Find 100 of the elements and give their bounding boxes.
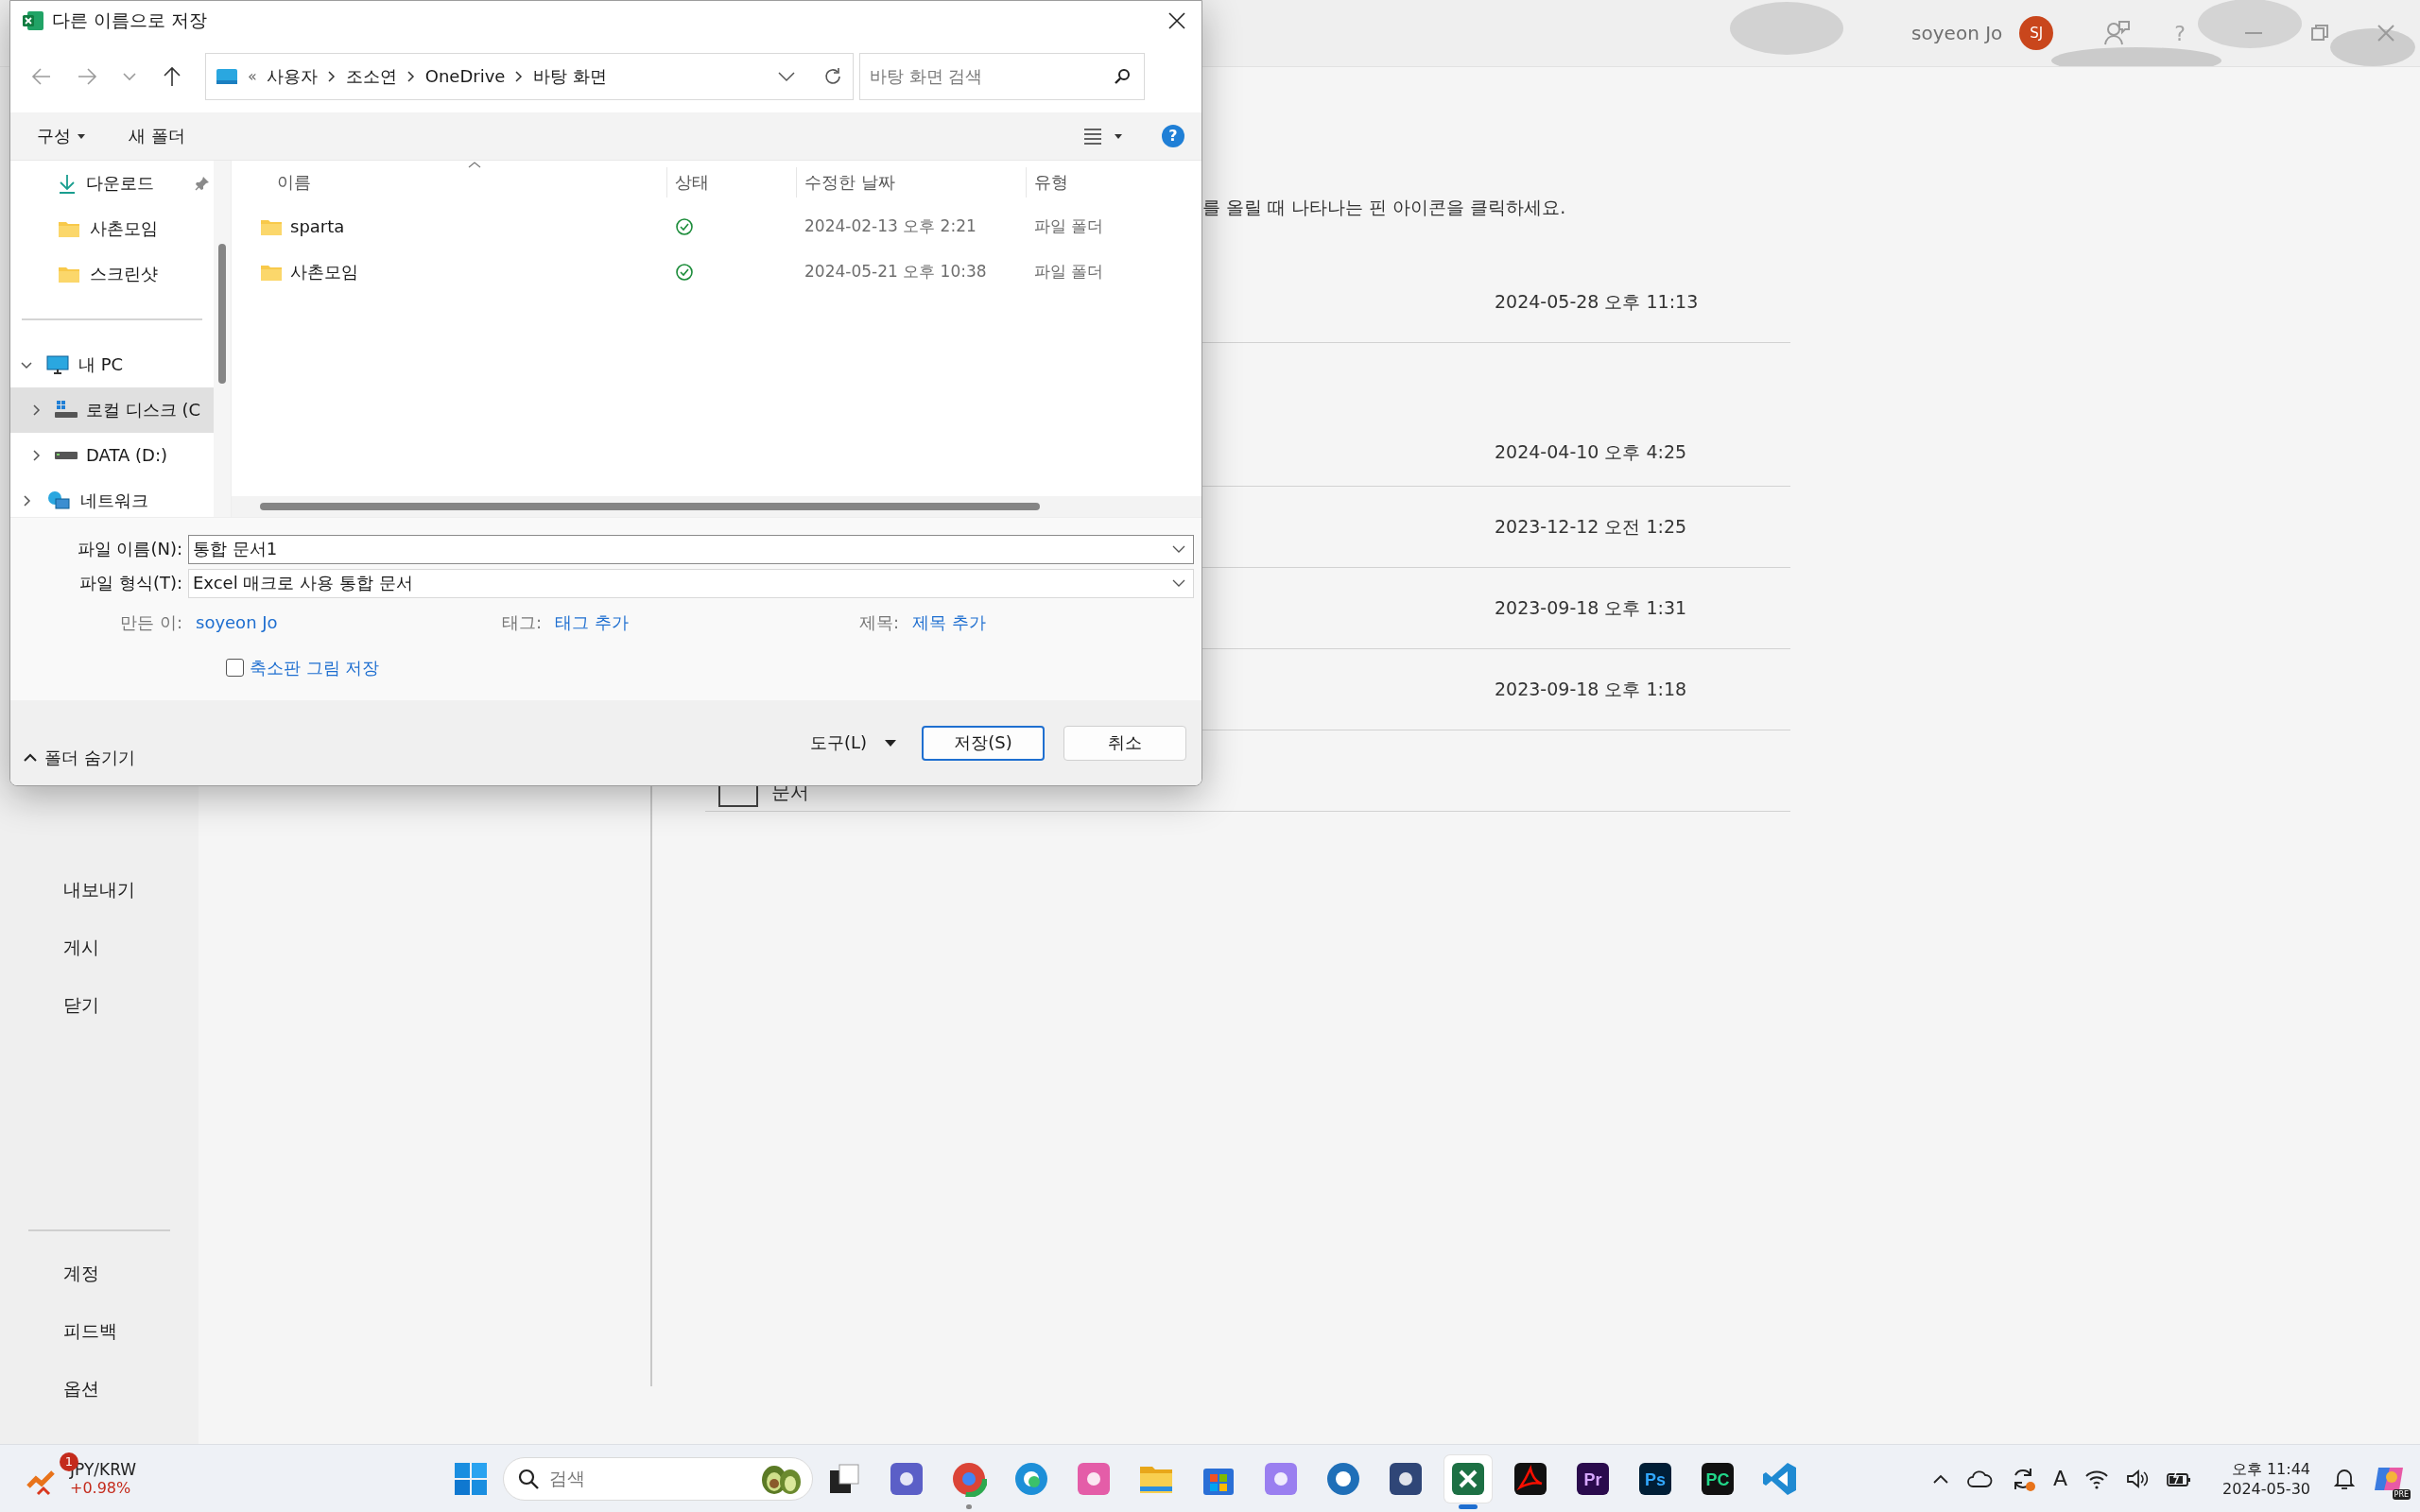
notes-app-icon[interactable]	[1263, 1460, 1299, 1497]
nav-item[interactable]: 게시	[0, 919, 199, 976]
idea-app-icon[interactable]	[1076, 1460, 1112, 1497]
file-row[interactable]: 사촌모임 2024-05-21 오후 10:38 파일 폴더	[232, 249, 1201, 295]
modified-date: 2023-09-18 오후 1:18	[1495, 677, 1687, 701]
battery-icon[interactable]	[2166, 1469, 2192, 1488]
breadcrumb[interactable]: 조소연	[345, 64, 397, 88]
nav-item[interactable]: 계정	[0, 1245, 199, 1302]
scrollbar-thumb[interactable]	[218, 243, 226, 384]
nav-item[interactable]: 피드백	[0, 1302, 199, 1360]
running-indicator	[1459, 1503, 1478, 1509]
preview-badge: PRE	[2392, 1488, 2411, 1500]
search-icon[interactable]	[1114, 67, 1131, 85]
currency-pair[interactable]: JPY/KRW	[70, 1460, 137, 1479]
input-language-indicator[interactable]: A	[2052, 1467, 2067, 1490]
modified-date: 2024-05-21 오후 10:38	[804, 261, 988, 284]
breadcrumb[interactable]: 바탕 화면	[533, 64, 608, 88]
cloud-icon[interactable]	[1965, 1469, 1993, 1488]
file-type-dropdown[interactable]: Excel 매크로 사용 통합 문서	[188, 568, 1194, 598]
excel-icon	[22, 9, 44, 32]
save-button[interactable]: 저장(S)	[922, 725, 1045, 761]
pin-icon[interactable]	[195, 175, 210, 191]
taskbar-button[interactable]: Ps	[1624, 1444, 1686, 1512]
nav-item[interactable]: 옵션	[0, 1360, 199, 1418]
teams-app-icon[interactable]	[889, 1460, 925, 1497]
column-header[interactable]: 상태	[666, 166, 796, 198]
property-value[interactable]: 태그 추가	[555, 610, 629, 634]
taskbar-button[interactable]: PC	[1686, 1444, 1749, 1512]
breadcrumb-separator-icon[interactable]	[406, 69, 416, 83]
dropdown-chevron-icon[interactable]	[1172, 578, 1185, 589]
hide-folders-button[interactable]: 폴더 숨기기	[24, 747, 135, 770]
tree-item[interactable]: DATA (D:)	[10, 432, 214, 478]
premiere-app-icon[interactable]: Pr	[1575, 1460, 1611, 1497]
taskbar-search-field[interactable]: 검색	[503, 1456, 813, 1501]
modified-date: 2024-05-28 오후 11:13	[1495, 289, 1699, 314]
organize-menu[interactable]: 구성	[37, 124, 86, 147]
column-header[interactable]: 이름	[232, 166, 666, 198]
edge-app-icon[interactable]	[1013, 1460, 1049, 1497]
nav-item[interactable]: 닫기	[0, 976, 199, 1034]
scrollbar-thumb[interactable]	[260, 502, 1040, 510]
new-folder-button[interactable]: 새 폴더	[129, 124, 185, 147]
excel-app-icon[interactable]	[1444, 1454, 1492, 1503]
caret-icon[interactable]	[24, 753, 37, 764]
photoshop-app-icon[interactable]: Ps	[1637, 1460, 1673, 1497]
taskbar-button[interactable]: Pr	[1562, 1444, 1624, 1512]
start-icon[interactable]	[454, 1461, 488, 1496]
view-options-icon[interactable]	[1082, 126, 1124, 146]
search-icon	[517, 1467, 540, 1490]
file-name-label: 파일 이름(N):	[76, 538, 182, 561]
quick-access-item[interactable]: 스크린샷	[10, 250, 214, 297]
overflow-chevron[interactable]: «	[248, 67, 257, 86]
caret-icon[interactable]	[884, 738, 897, 748]
refresh-icon[interactable]	[822, 65, 843, 87]
property-value[interactable]: 제목 추가	[912, 610, 986, 634]
file-type: 파일 폴더	[1033, 261, 1105, 284]
quick-access-item[interactable]: 사촌모임	[10, 205, 214, 251]
breadcrumb[interactable]: 사용자	[266, 64, 318, 88]
chrome-app-icon[interactable]	[951, 1460, 987, 1497]
breadcrumb-separator-icon[interactable]	[326, 69, 337, 83]
up-arrow-icon[interactable]	[162, 65, 182, 87]
vscode-app-icon[interactable]	[1762, 1460, 1798, 1497]
property-value[interactable]: soyeon Jo	[196, 612, 278, 633]
search-field[interactable]: 바탕 화면 검색	[859, 52, 1145, 100]
dropdown-chevron-icon[interactable]	[777, 69, 796, 83]
acrobat-app-icon[interactable]	[1512, 1460, 1548, 1497]
ring-app-icon[interactable]	[1325, 1460, 1361, 1497]
column-header[interactable]: 유형	[1026, 166, 1201, 198]
thumbnail-checkbox[interactable]	[226, 659, 244, 678]
file-name-field[interactable]: 통합 문서1	[188, 534, 1194, 564]
volume-icon[interactable]	[2126, 1468, 2149, 1489]
user-avatar[interactable]: SJ	[2019, 16, 2054, 50]
system-drive-icon	[54, 399, 78, 421]
breadcrumb[interactable]: OneDrive	[424, 66, 506, 87]
file-row[interactable]: sparta 2024-02-13 오후 2:21 파일 폴더	[232, 203, 1201, 249]
clock[interactable]: 오후 11:44 2024-05-30	[2222, 1459, 2310, 1498]
nav-item[interactable]: 내보내기	[0, 861, 199, 919]
address-bar[interactable]: « 사용자 조소연 OneDrive 바탕 화면	[205, 52, 854, 100]
breadcrumb-separator-icon[interactable]	[514, 69, 525, 83]
currency-change: +0.98%	[70, 1479, 132, 1497]
tools-menu[interactable]: 도구(L)	[809, 731, 897, 755]
cancel-button[interactable]: 취소	[1063, 725, 1186, 761]
tree-item[interactable]: 내 PC	[10, 341, 214, 387]
show-hidden-icons-chevron-icon[interactable]	[1931, 1472, 1949, 1485]
download-icon	[58, 172, 77, 194]
forward-arrow-icon[interactable]	[77, 65, 97, 87]
column-header[interactable]: 수정한 날짜	[796, 166, 1026, 198]
tree-item[interactable]: 네트워크	[10, 477, 214, 517]
thumbnail-checkbox-label[interactable]: 축소판 그림 저장	[250, 656, 380, 679]
dropdown-chevron-icon[interactable]	[1172, 544, 1185, 555]
close-icon[interactable]	[1167, 10, 1186, 30]
sort-caret-icon[interactable]	[468, 160, 481, 168]
remote-app-icon[interactable]	[1388, 1460, 1424, 1497]
pycharm-app-icon[interactable]: PC	[1700, 1460, 1736, 1497]
property-label: 태그:	[502, 610, 543, 634]
tree-item[interactable]: 로컬 디스크 (C	[10, 387, 214, 433]
back-arrow-icon[interactable]	[31, 65, 52, 87]
caret-icon[interactable]	[77, 131, 86, 140]
desktop-icon	[216, 66, 238, 86]
quick-access-item[interactable]: 다운로드	[10, 160, 214, 206]
help-button[interactable]: ?	[1162, 124, 1184, 147]
